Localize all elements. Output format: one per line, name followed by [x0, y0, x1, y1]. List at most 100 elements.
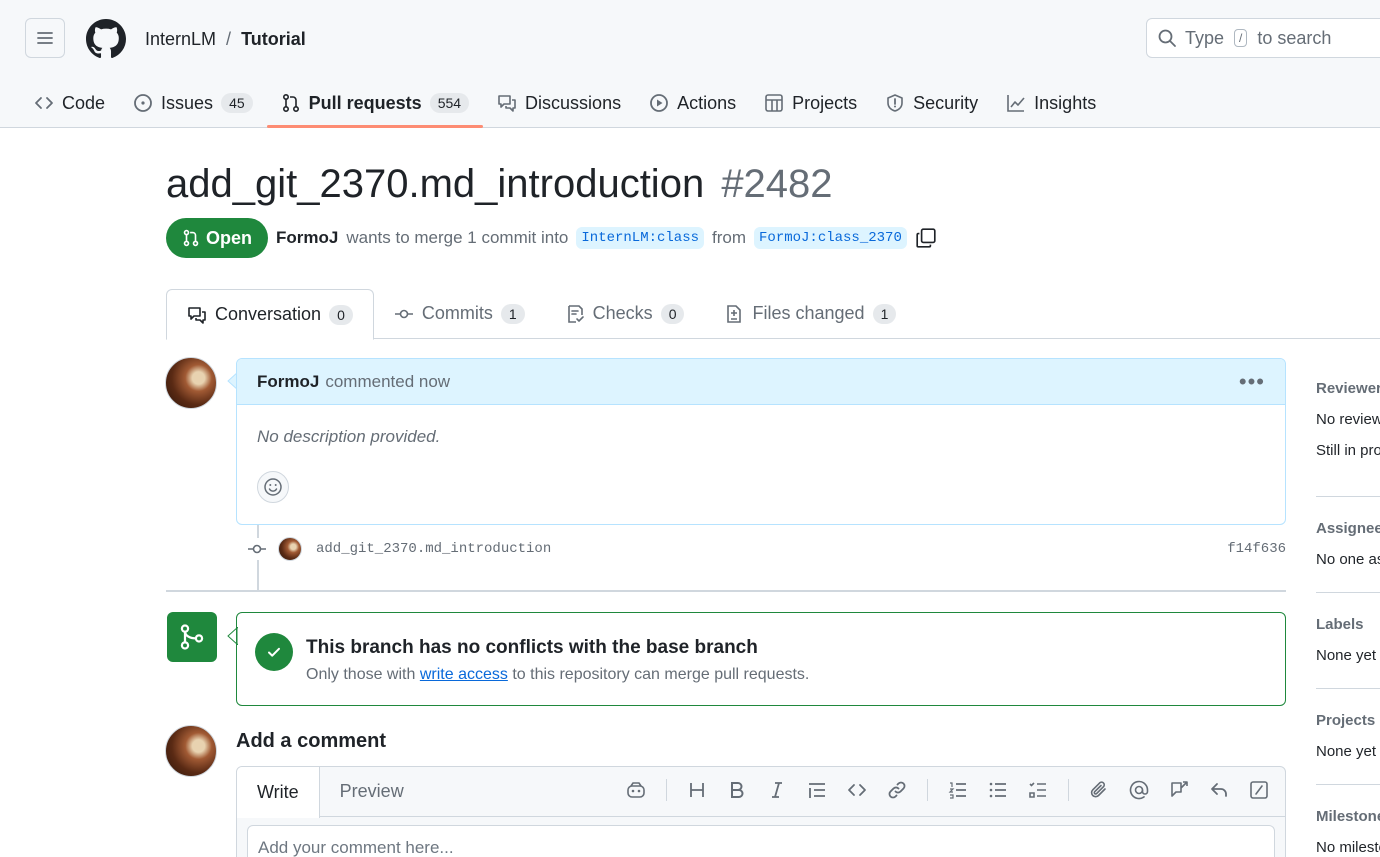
tab-conversation[interactable]: Conversation 0: [166, 289, 374, 340]
search-shortcut-key: /: [1234, 29, 1248, 47]
paperclip-icon[interactable]: [1089, 780, 1109, 800]
sidebar-divider: [1316, 496, 1380, 497]
repo-nav: Code Issues 45 Pull requests 554 Discuss…: [20, 78, 1110, 128]
projects-icon: [765, 94, 783, 112]
commit-avatar[interactable]: [278, 537, 302, 561]
nav-pull-requests[interactable]: Pull requests 554: [266, 78, 484, 128]
toolbar-separator: [927, 779, 928, 801]
add-reaction-button[interactable]: [257, 471, 289, 503]
github-logo-icon[interactable]: [86, 19, 126, 59]
mention-icon[interactable]: [1129, 780, 1149, 800]
task-list-icon[interactable]: [1028, 780, 1048, 800]
repo-owner-link[interactable]: InternLM: [145, 29, 216, 50]
sidebar-labels[interactable]: Labels None yet: [1316, 616, 1380, 664]
nav-code[interactable]: Code: [20, 78, 119, 128]
commit-icon: [246, 538, 268, 560]
sidebar-assignees[interactable]: Assignees No one assigned: [1316, 520, 1380, 568]
base-branch[interactable]: InternLM:class: [576, 227, 705, 249]
heading-icon[interactable]: [687, 780, 707, 800]
ordered-list-icon[interactable]: [948, 780, 968, 800]
milestone-heading[interactable]: Milestone: [1316, 808, 1380, 825]
nav-issues[interactable]: Issues 45: [119, 78, 267, 128]
search-icon: [1158, 29, 1176, 47]
sidebar-divider: [1316, 688, 1380, 689]
tab-files-changed[interactable]: Files changed 1: [704, 289, 916, 338]
toolbar-separator: [1068, 779, 1069, 801]
comment-textarea[interactable]: Add your comment here...: [247, 825, 1275, 857]
reply-icon[interactable]: [1209, 780, 1229, 800]
italic-icon[interactable]: [767, 780, 787, 800]
slash-command-icon[interactable]: [1249, 780, 1269, 800]
toolbar-separator: [666, 779, 667, 801]
merge-status-title: This branch has no conflicts with the ba…: [306, 637, 758, 658]
commit-sha-link[interactable]: f14f636: [1227, 541, 1286, 557]
pr-tabs: Conversation 0 Commits 1 Checks 0 Files …: [166, 289, 1380, 340]
head-branch[interactable]: FormoJ:class_2370: [754, 227, 907, 249]
reviewers-heading[interactable]: Reviewers: [1316, 380, 1380, 397]
breadcrumb: InternLM / Tutorial: [145, 29, 306, 50]
sidebar-reviewers[interactable]: Reviewers No reviews Still in progress?: [1316, 380, 1380, 459]
pr-title-text: add_git_2370.md_introduction: [166, 162, 705, 206]
commit-message-link[interactable]: add_git_2370.md_introduction: [316, 541, 551, 557]
actions-icon: [650, 94, 668, 112]
code-icon[interactable]: [847, 780, 867, 800]
pr-meta: Open FormoJ wants to merge 1 commit into…: [166, 218, 937, 258]
smiley-icon: [264, 478, 282, 496]
copy-icon[interactable]: [915, 227, 937, 249]
comment-author-link[interactable]: FormoJ: [257, 372, 319, 392]
current-user-avatar[interactable]: [165, 725, 217, 777]
commits-counter: 1: [500, 303, 525, 324]
merge-sub-suffix: to this repository can merge pull reques…: [512, 666, 810, 683]
milestone-value: No milestone: [1316, 839, 1380, 856]
nav-issues-label: Issues: [161, 92, 214, 113]
labels-heading[interactable]: Labels: [1316, 616, 1380, 633]
issues-counter: 45: [221, 93, 253, 113]
menu-button[interactable]: [25, 18, 65, 58]
unordered-list-icon[interactable]: [988, 780, 1008, 800]
nav-code-label: Code: [62, 92, 106, 113]
pr-number: #2482: [721, 162, 833, 206]
avatar[interactable]: [165, 357, 217, 409]
write-access-link[interactable]: write access: [420, 666, 508, 683]
comment-editor: Write Preview Add your comment here...: [236, 766, 1286, 857]
nav-projects[interactable]: Projects: [750, 78, 871, 128]
search-placeholder-suffix: to search: [1257, 27, 1332, 48]
tab-checks-label: Checks: [592, 303, 653, 323]
repo-name-link[interactable]: Tutorial: [241, 29, 306, 50]
quote-icon[interactable]: [807, 780, 827, 800]
comment-body: No description provided.: [257, 427, 441, 446]
nav-actions-label: Actions: [677, 92, 737, 113]
assignees-heading[interactable]: Assignees: [1316, 520, 1380, 537]
pr-description-comment: FormoJ commented now ••• No description …: [236, 358, 1286, 525]
tab-write[interactable]: Write: [237, 767, 320, 818]
pr-author-link[interactable]: FormoJ: [276, 228, 338, 248]
tab-commits[interactable]: Commits 1: [374, 289, 545, 338]
link-icon[interactable]: [887, 780, 907, 800]
page-title: add_git_2370.md_introduction #2482: [166, 162, 833, 207]
editor-tabs: Write Preview: [237, 767, 1285, 818]
nav-actions[interactable]: Actions: [635, 78, 750, 128]
markdown-toolbar: [626, 779, 1269, 801]
bold-icon[interactable]: [727, 780, 747, 800]
kebab-icon[interactable]: •••: [1239, 369, 1265, 395]
status-label: Open: [206, 227, 253, 248]
tab-commits-label: Commits: [421, 303, 493, 323]
sidebar-projects[interactable]: Projects None yet: [1316, 712, 1380, 760]
pull-request-icon: [183, 229, 199, 247]
sidebar-milestone[interactable]: Milestone No milestone: [1316, 808, 1380, 856]
projects-heading[interactable]: Projects: [1316, 712, 1380, 729]
cross-reference-icon[interactable]: [1169, 780, 1189, 800]
nav-security[interactable]: Security: [871, 78, 992, 128]
nav-insights[interactable]: Insights: [992, 78, 1110, 128]
checks-counter: 0: [660, 303, 685, 324]
search-input[interactable]: Type / to search: [1146, 18, 1380, 58]
file-diff-icon: [727, 304, 742, 323]
merge-status-box: This branch has no conflicts with the ba…: [236, 612, 1286, 706]
graph-icon: [1007, 95, 1025, 112]
copilot-icon[interactable]: [626, 780, 646, 800]
from-text: from: [712, 228, 747, 247]
tab-checks[interactable]: Checks 0: [545, 289, 705, 338]
search-placeholder-prefix: Type: [1185, 27, 1225, 48]
tab-preview[interactable]: Preview: [320, 767, 424, 816]
nav-discussions[interactable]: Discussions: [483, 78, 635, 128]
